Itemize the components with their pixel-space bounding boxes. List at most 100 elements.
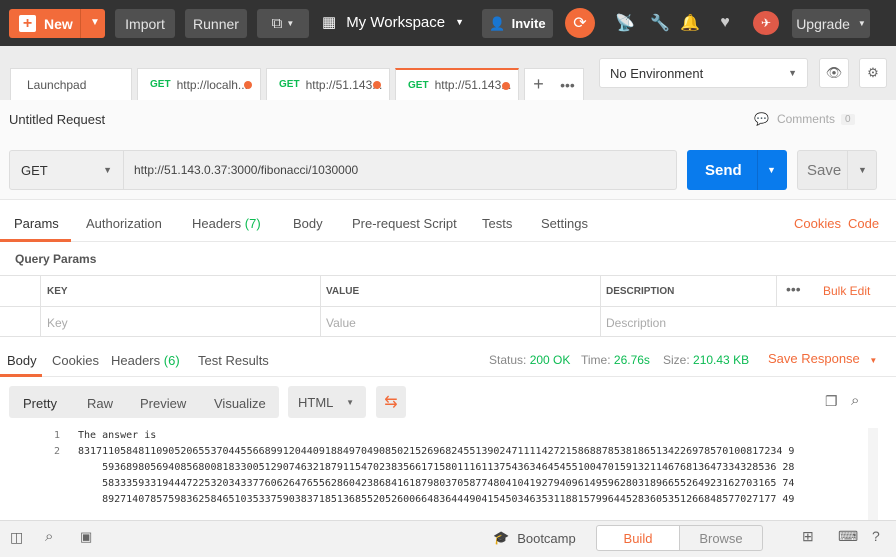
tab-authorization[interactable]: Authorization — [86, 216, 162, 231]
tab-pretty[interactable]: Pretty — [23, 396, 57, 411]
size-meta: Size: 210.43 KB — [663, 353, 749, 367]
active-tab-indicator — [0, 374, 42, 377]
tab-response-cookies[interactable]: Cookies — [52, 353, 99, 368]
bell-icon[interactable]: 🔔 — [680, 13, 700, 33]
chevron-down-icon[interactable]: ▼ — [90, 17, 100, 28]
size-label: Size: — [663, 353, 690, 367]
key-input[interactable]: Key — [47, 316, 68, 330]
grid-icon: ▦ — [322, 14, 337, 31]
code-line: The answer is — [78, 430, 157, 441]
invite-button[interactable]: 👤 Invite — [482, 9, 553, 38]
tab-test-results[interactable]: Test Results — [198, 353, 269, 368]
format-label: HTML — [298, 394, 334, 410]
add-user-icon: 👤 — [489, 15, 506, 31]
tab-response-headers[interactable]: Headers (6) — [111, 353, 180, 368]
heart-icon[interactable]: ♥ — [715, 13, 735, 33]
add-tab-icon[interactable]: + — [533, 74, 544, 95]
import-label: Import — [125, 15, 165, 32]
tab-pre-request-script[interactable]: Pre-request Script — [352, 216, 457, 231]
bulk-edit-link[interactable]: Bulk Edit — [823, 284, 870, 298]
wrench-icon[interactable]: 🔧 — [650, 13, 670, 33]
send-button[interactable]: Send ▼ — [687, 150, 787, 190]
save-response-button[interactable]: Save Response ▼ — [768, 351, 877, 366]
tab-headers[interactable]: Headers (7) — [192, 216, 261, 231]
url-bar-row: GET ▼ http://51.143.0.37:3000/fibonacci/… — [0, 140, 896, 200]
description-input[interactable]: Description — [606, 316, 666, 330]
console-icon[interactable]: ▣ — [80, 529, 92, 545]
more-icon[interactable]: ••• — [786, 281, 801, 297]
tab-body[interactable]: Body — [293, 216, 323, 231]
tab-label: http://localh... — [176, 77, 248, 92]
response-body-viewer[interactable]: 1 The answer is 2 8317110584811090520655… — [0, 428, 868, 520]
more-icon[interactable]: ••• — [560, 77, 575, 93]
wrap-lines-icon[interactable]: ⇆ — [376, 386, 406, 418]
help-icon[interactable]: ? — [872, 528, 880, 544]
response-tabs: Body Cookies Headers (6) Test Results St… — [0, 337, 896, 377]
code-link[interactable]: Code — [848, 216, 879, 231]
new-button[interactable]: + New ▼ — [9, 9, 105, 38]
satellite-icon[interactable]: 📡 — [615, 13, 635, 33]
gear-icon[interactable]: ⚙ — [859, 58, 887, 88]
plus-icon: + — [19, 15, 36, 32]
comment-icon: 💬 — [754, 112, 769, 126]
runner-button[interactable]: Runner — [185, 9, 247, 38]
column-header-key: KEY — [47, 286, 68, 297]
request-tab-bar: Launchpad GET http://localh... GET http:… — [0, 46, 896, 100]
tab-actions: + ••• — [524, 68, 584, 100]
tab-params[interactable]: Params — [14, 216, 59, 231]
new-button-label: New — [44, 15, 73, 32]
status-bar: ◫ ⌕ ▣ 🎓 Bootcamp Build Browse ⊞ ⌨ ? — [0, 520, 896, 557]
tab-method: GET — [408, 79, 429, 91]
tab-settings[interactable]: Settings — [541, 216, 588, 231]
tab-request[interactable]: GET http://51.143... — [266, 68, 390, 100]
eye-icon[interactable]: 👁 — [819, 58, 849, 88]
chevron-down-icon[interactable]: ▼ — [767, 165, 776, 175]
column-header-description: DESCRIPTION — [606, 286, 675, 297]
sync-icon[interactable]: ⟳ — [565, 8, 595, 38]
bootcamp-button[interactable]: 🎓 Bootcamp — [493, 530, 576, 546]
bootcamp-label: Bootcamp — [517, 530, 576, 546]
chevron-down-icon: ▼ — [857, 19, 866, 28]
page-title[interactable]: Untitled Request — [9, 112, 105, 127]
method-select[interactable]: GET ▼ — [9, 150, 124, 190]
import-button[interactable]: Import — [115, 9, 175, 38]
avatar[interactable]: ✈ — [753, 11, 779, 35]
tab-request[interactable]: GET http://localh... — [137, 68, 261, 100]
tab-raw[interactable]: Raw — [87, 396, 113, 411]
url-input[interactable]: http://51.143.0.37:3000/fibonacci/103000… — [124, 150, 677, 190]
keyboard-icon[interactable]: ⌨ — [838, 528, 858, 545]
comments-label: Comments — [776, 112, 835, 126]
comments-button[interactable]: 💬 Comments 0 — [754, 112, 855, 126]
new-window-button[interactable]: ⧉ ▼ — [257, 9, 309, 38]
line-number: 1 — [53, 430, 60, 441]
tab-request-active[interactable]: GET http://51.143... — [395, 68, 519, 100]
divider — [776, 276, 777, 306]
request-title-row: Untitled Request 💬 Comments 0 — [0, 100, 896, 140]
unsaved-dot-icon — [373, 81, 381, 89]
workspace-switcher[interactable]: ▦ My Workspace ▼ — [322, 13, 464, 32]
tab-tests[interactable]: Tests — [482, 216, 512, 231]
send-label: Send — [705, 161, 742, 179]
status-value: 200 OK — [529, 353, 571, 367]
headers-count: (7) — [244, 216, 261, 231]
search-icon[interactable]: ⌕ — [45, 528, 53, 545]
request-tabs: Params Authorization Headers (7) Body Pr… — [0, 206, 896, 242]
sidebar-toggle-icon[interactable]: ◫ — [10, 529, 23, 546]
upgrade-button[interactable]: Upgrade ▼ — [792, 9, 870, 38]
tab-launchpad[interactable]: Launchpad — [10, 68, 132, 100]
tab-visualize[interactable]: Visualize — [214, 396, 266, 411]
format-select[interactable]: HTML ▼ — [288, 386, 366, 418]
cookies-link[interactable]: Cookies — [794, 216, 841, 231]
chevron-down-icon[interactable]: ▼ — [858, 165, 867, 175]
build-mode-button[interactable]: Build — [596, 525, 680, 551]
scrollbar[interactable] — [868, 428, 878, 520]
two-pane-icon[interactable]: ⊞ — [802, 528, 814, 545]
environment-select[interactable]: No Environment ▼ — [599, 58, 808, 88]
search-icon[interactable]: ⌕ — [851, 392, 859, 409]
browse-mode-button[interactable]: Browse — [679, 525, 763, 551]
tab-preview[interactable]: Preview — [140, 396, 186, 411]
copy-icon[interactable]: ❐ — [825, 393, 838, 410]
tab-response-body[interactable]: Body — [7, 353, 37, 368]
save-button[interactable]: Save ▼ — [797, 150, 877, 190]
value-input[interactable]: Value — [326, 316, 356, 330]
